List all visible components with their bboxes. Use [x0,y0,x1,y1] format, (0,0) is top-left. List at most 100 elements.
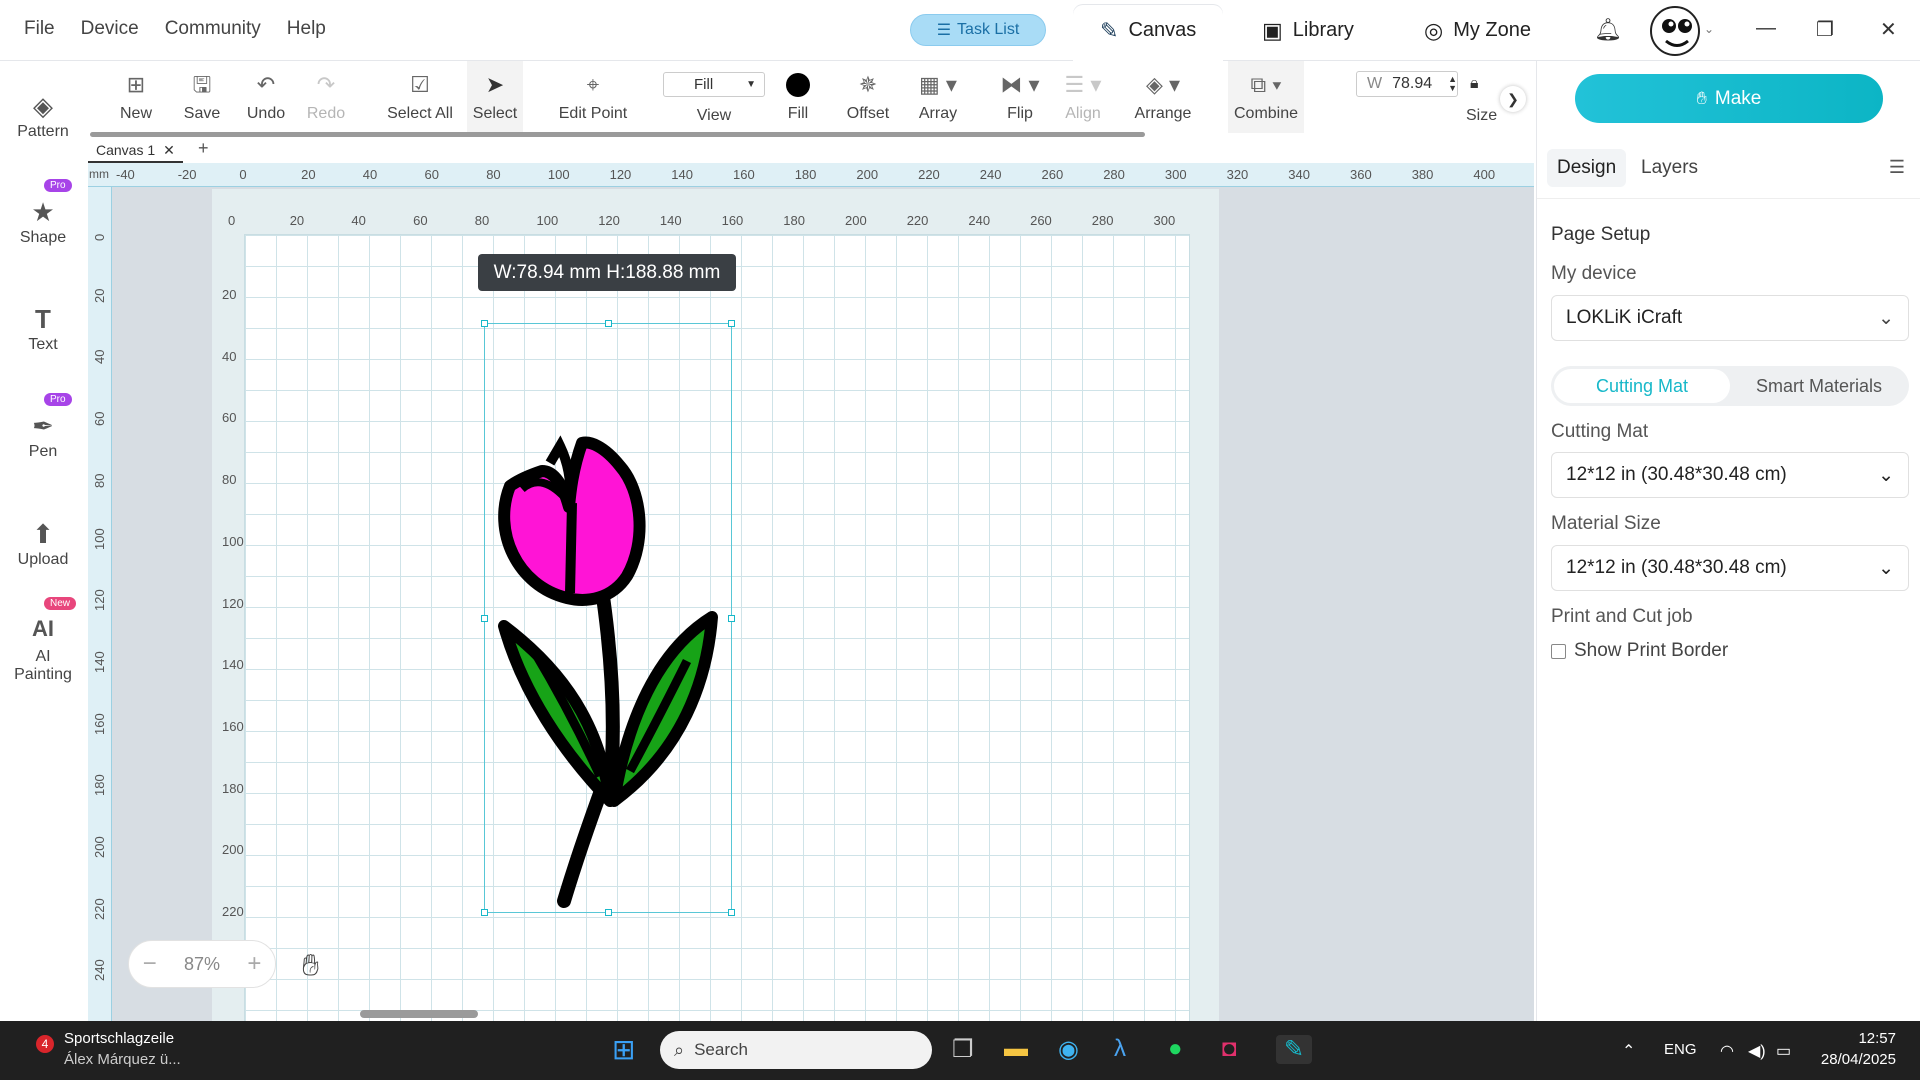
ruler-tick-label: 200 [845,213,867,228]
minimize-icon[interactable]: — [1756,17,1776,40]
taskbar: 4 Sportschlagzeile Álex Márquez ü... ⊞ ⌕… [0,1021,1920,1080]
zoom-in-button[interactable]: + [247,950,261,978]
sidebar-item-label: Painting [14,666,72,683]
chevron-down-icon: ⌄ [1878,557,1894,579]
sidebar-item-ai-painting[interactable]: AI AI Painting [0,616,86,684]
undo-button[interactable]: ↶ Undo [238,61,294,133]
tab-layers[interactable]: Layers [1631,149,1708,187]
chevron-up-icon[interactable]: ⌃ [1622,1041,1635,1061]
close-icon[interactable]: ✕ [163,142,175,158]
hand-icon[interactable]: ✋︎ [302,949,319,983]
mat-mode-toggle: Cutting Mat Smart Materials [1551,366,1909,406]
wifi-icon[interactable]: ◠ [1720,1041,1734,1061]
sidebar-item-text[interactable]: T Text [0,304,86,354]
spotify-icon[interactable]: ● [1168,1035,1183,1063]
lambda-app-icon[interactable]: λ [1114,1035,1126,1063]
resize-handle[interactable] [728,909,735,916]
show-print-border-checkbox[interactable]: Show Print Border [1551,640,1728,662]
tab-my-zone[interactable]: ◎ My Zone [1424,0,1531,61]
tab-library[interactable]: ▣ Library [1262,0,1354,61]
offset-icon: ✵ [858,72,878,97]
ruler-tick-label: 320 [1226,167,1249,182]
edit-point-button[interactable]: ⌖ Edit Point [538,61,648,133]
bell-icon[interactable]: 🔔︎ [1594,17,1622,43]
toolbar-scrollbar[interactable] [90,132,1145,137]
canvas-tab-label: Canvas 1 [96,142,156,158]
resize-handle[interactable] [728,615,735,622]
task-list-button[interactable]: ☰ Task List [910,14,1046,46]
language-indicator[interactable]: ENG [1664,1041,1697,1058]
make-button[interactable]: ✋︎ Make [1575,74,1883,123]
cutting-mat-select[interactable]: 12*12 in (30.48*30.48 cm) ⌄ [1551,452,1909,498]
chevron-right-icon[interactable]: ❯ [1500,86,1526,112]
sidebar-item-shape[interactable]: ★ Shape [0,197,86,247]
resize-handle[interactable] [481,615,488,622]
save-button[interactable]: 🖫︎ Save [174,61,230,133]
tab-canvas-1[interactable]: Canvas 1 ✕ [88,138,183,163]
arrange-button[interactable]: ◈ ▾ Arrange [1130,61,1196,133]
tab-canvas[interactable]: ✎ Canvas [1100,0,1196,61]
lock-icon[interactable]: 🔒︎ [1470,75,1479,93]
canvas-workarea[interactable]: 0 20 40 60 80 100 120 140 160 180 200 220 240 260 280 3… [112,187,1534,1021]
menu-community[interactable]: Community [165,18,261,40]
arrange-icon: ◈ ▾ [1145,72,1181,97]
device-select[interactable]: LOKLiK iCraft ⌄ [1551,295,1909,341]
menu-file[interactable]: File [24,18,55,40]
array-button[interactable]: ▦ ▾ Array [910,61,966,133]
stepper-icon[interactable]: ▲ ▼ [1448,75,1457,93]
instagram-icon[interactable]: ◘ [1222,1035,1237,1063]
resize-handle[interactable] [481,909,488,916]
flip-button[interactable]: ⧓ ▾ Flip [992,61,1048,133]
align-button[interactable]: ☰ ▾ Align [1055,61,1111,133]
edge-icon[interactable]: ◉ [1058,1035,1079,1064]
windows-start-icon[interactable]: ⊞ [612,1033,635,1066]
tab-design[interactable]: Design [1547,149,1627,187]
cutting-mat-value: 12*12 in (30.48*30.48 cm) [1566,464,1787,485]
selection-box[interactable] [481,320,735,916]
file-explorer-icon[interactable]: ▬ [1004,1035,1028,1063]
ruler-tick-label: 220 [906,213,929,228]
news-widget-icon[interactable]: 4 [28,1035,58,1065]
select-all-button[interactable]: ☑ Select All [372,61,468,133]
combine-button[interactable]: ⧉ ▾ Combine [1228,61,1304,133]
fill-button[interactable]: Fill [780,61,816,133]
tab-smart-materials[interactable]: Smart Materials [1731,369,1907,403]
menu-help[interactable]: Help [287,18,326,40]
battery-icon[interactable]: ▭ [1776,1041,1791,1061]
zoom-out-button[interactable]: − [143,950,157,978]
close-icon[interactable]: ✕ [1880,17,1897,42]
add-canvas-button[interactable]: + [198,138,209,159]
loklik-app-icon[interactable]: ✎ [1276,1035,1313,1064]
clock-date[interactable]: 28/04/2025 [1810,1051,1896,1068]
sidebar-item-upload[interactable]: ⬆ Upload [0,519,86,569]
collapse-panel-icon[interactable]: ☰ [1889,157,1905,178]
restore-icon[interactable]: ❐ [1816,17,1834,42]
zoom-control: − 87% + [128,940,276,988]
view-select[interactable]: Fill ▼ [663,72,765,97]
clock-time[interactable]: 12:57 [1830,1030,1896,1047]
taskbar-search[interactable]: ⌕ Search [660,1031,932,1069]
redo-button[interactable]: ↷ Redo [300,61,352,133]
menu-device[interactable]: Device [81,18,139,40]
sidebar-item-pen[interactable]: ✒ Pen [0,411,86,461]
news-title[interactable]: Sportschlagzeile [64,1030,174,1047]
select-button[interactable]: ➤ Select [467,61,523,133]
sidebar-item-pattern[interactable]: ◈ Pattern [0,91,86,141]
chevron-down-icon[interactable]: ⌄ [1704,22,1714,36]
upload-icon: ⬆ [32,519,54,549]
resize-handle[interactable] [605,909,612,916]
resize-handle[interactable] [481,320,488,327]
canvas-scrollbar[interactable] [360,1010,478,1018]
width-input[interactable]: W 78.94 ▲ ▼ [1356,71,1458,97]
resize-handle[interactable] [605,320,612,327]
material-size-select[interactable]: 12*12 in (30.48*30.48 cm) ⌄ [1551,545,1909,591]
new-button[interactable]: ⊞ New [110,61,162,133]
task-view-icon[interactable]: ❐ [952,1035,974,1064]
volume-icon[interactable]: ◀) [1748,1041,1766,1061]
offset-button[interactable]: ✵ Offset [840,61,896,133]
tab-cutting-mat[interactable]: Cutting Mat [1554,369,1730,403]
resize-handle[interactable] [728,320,735,327]
avatar[interactable] [1650,6,1700,56]
news-subtitle[interactable]: Álex Márquez ü... [64,1051,181,1068]
ruler-tick-label: 300 [1164,167,1187,182]
